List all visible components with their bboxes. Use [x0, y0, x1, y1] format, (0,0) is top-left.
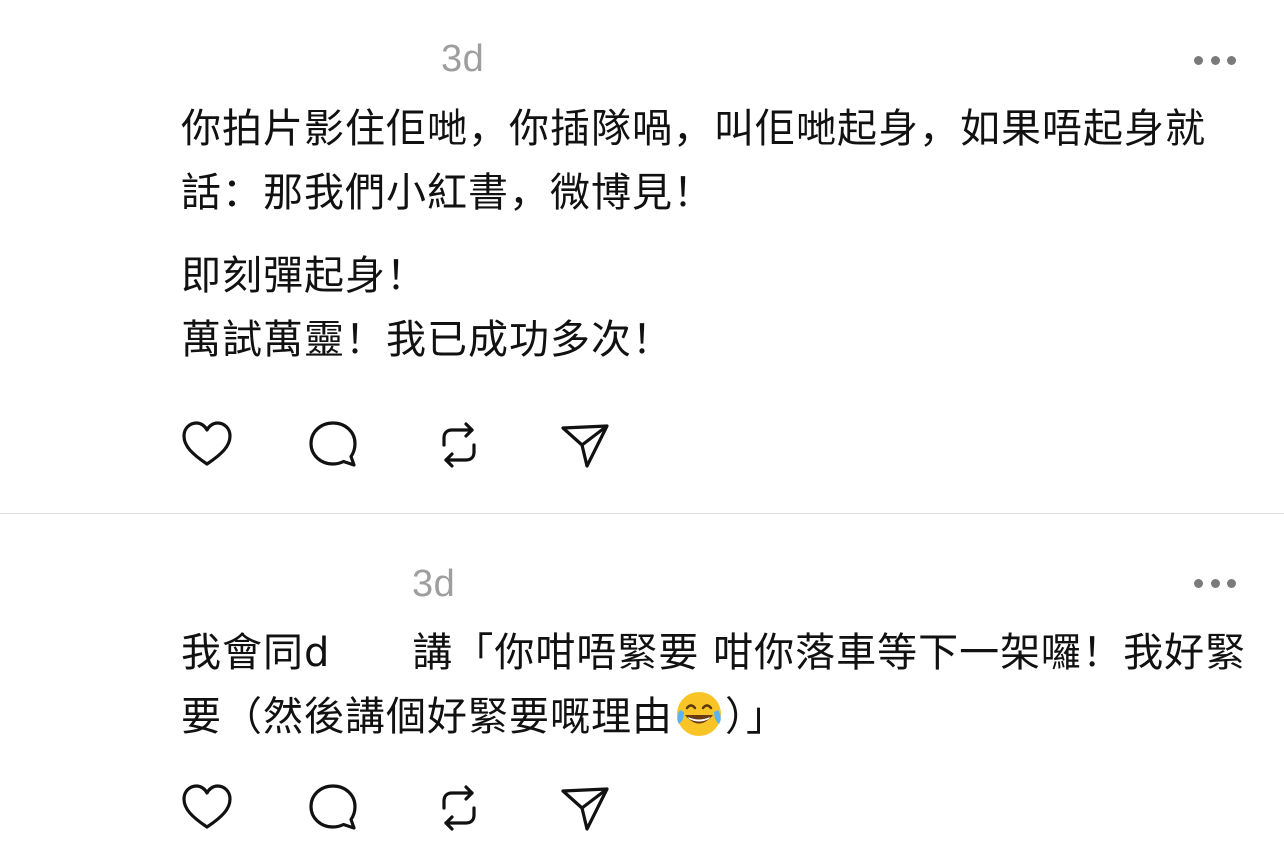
- comment-icon[interactable]: [306, 418, 360, 472]
- share-icon[interactable]: [558, 781, 612, 835]
- face-with-tears-of-joy-icon: [677, 692, 721, 736]
- repost-icon[interactable]: [432, 781, 486, 835]
- post-timestamp: 3d: [441, 38, 485, 80]
- post-actions: [180, 781, 684, 835]
- post-actions: [180, 418, 684, 472]
- more-options-icon[interactable]: [1194, 573, 1236, 593]
- like-icon[interactable]: [180, 781, 234, 835]
- post-timestamp: 3d: [412, 563, 456, 605]
- thread-post: 3d 你拍片影住佢哋，你插隊喎，叫佢哋起身，如果唔起身就話：那我們小紅書，微博見…: [0, 0, 1284, 514]
- share-icon[interactable]: [558, 418, 612, 472]
- more-options-icon[interactable]: [1194, 50, 1236, 70]
- post-paragraph: 我會同d 講「你咁唔緊要 咁你落車等下一架囉！我好緊要（然後講個好緊要嘅理由 ）…: [181, 621, 1256, 749]
- post-paragraph: 你拍片影住佢哋，你插隊喎，叫佢哋起身，如果唔起身就話：那我們小紅書，微博見！: [181, 106, 1206, 216]
- like-icon[interactable]: [180, 418, 234, 472]
- post-paragraph: 萬試萬靈！我已成功多次！: [181, 317, 673, 363]
- post-paragraph: 即刻彈起身！: [181, 253, 427, 299]
- post-text: ）」: [725, 694, 787, 740]
- thread-post: 3d 我會同d 講「你咁唔緊要 咁你落車等下一架囉！我好緊要（然後講個好緊要嘅理…: [0, 515, 1284, 853]
- repost-icon[interactable]: [432, 418, 486, 472]
- post-body: 我會同d 講「你咁唔緊要 咁你落車等下一架囉！我好緊要（然後講個好緊要嘅理由 ）…: [181, 621, 1256, 749]
- comment-icon[interactable]: [306, 781, 360, 835]
- post-body: 你拍片影住佢哋，你插隊喎，叫佢哋起身，如果唔起身就話：那我們小紅書，微博見！ 即…: [181, 97, 1256, 372]
